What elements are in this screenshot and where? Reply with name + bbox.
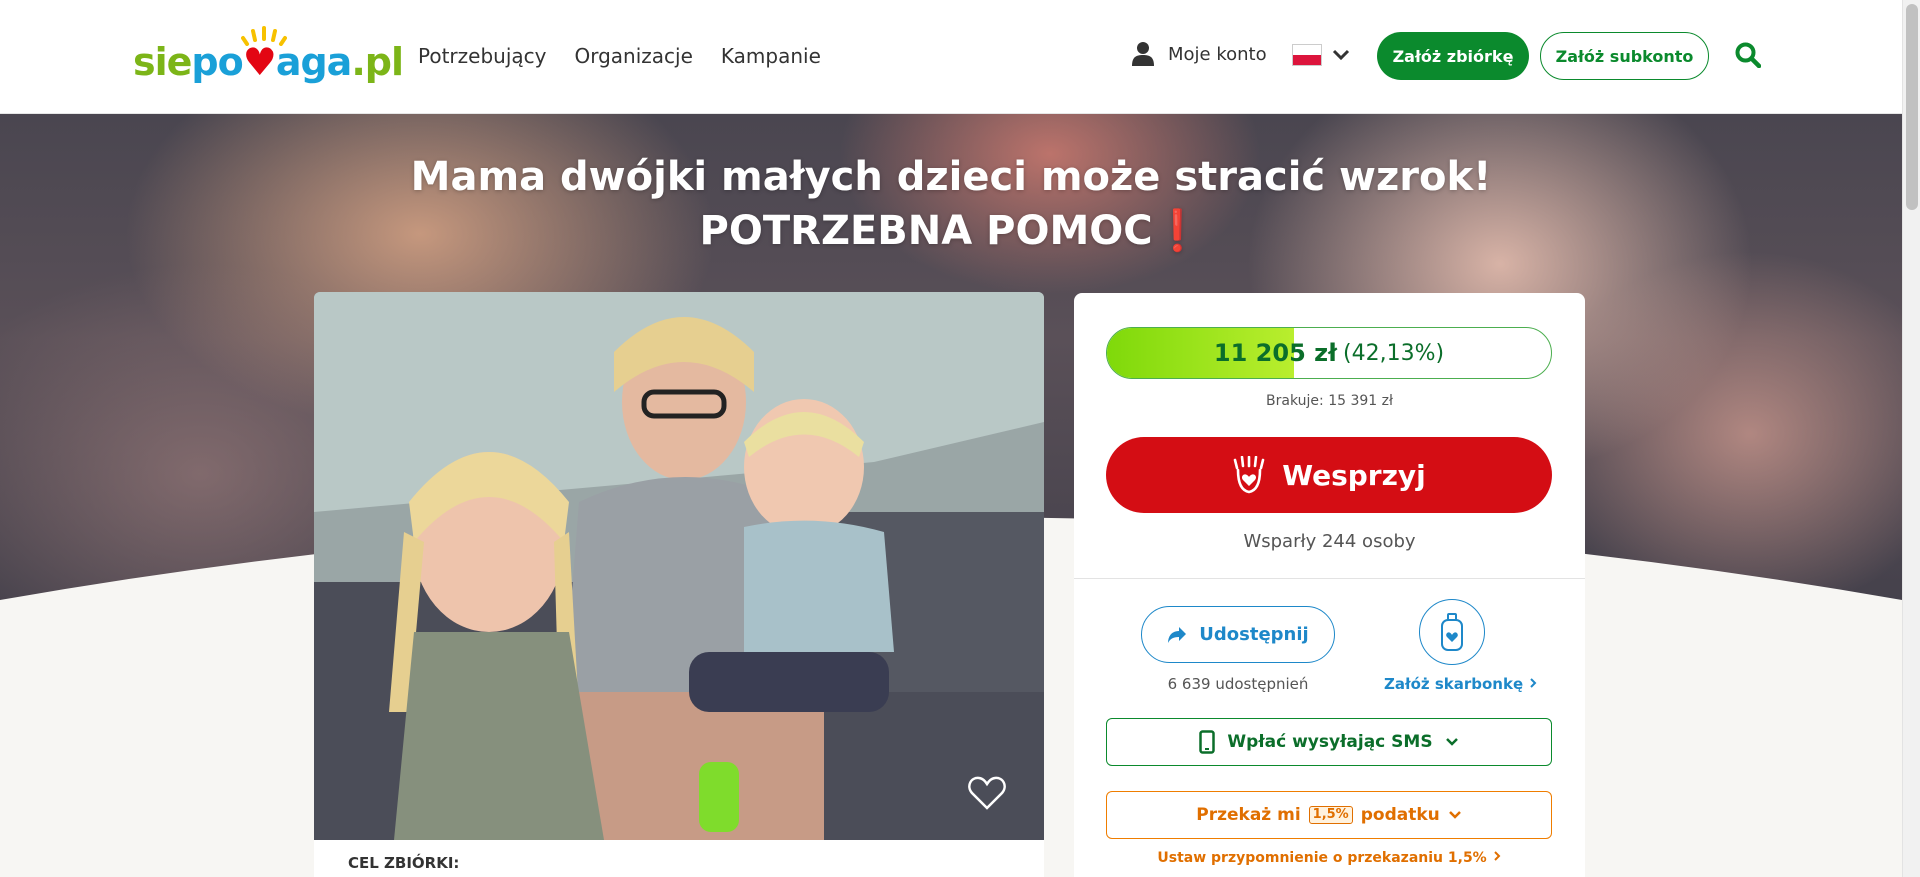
main-nav: Potrzebujący Organizacje Kampanie [418, 44, 821, 68]
title-line-1: Mama dwójki małych dzieci może stracić w… [410, 154, 1492, 200]
collection-box-icon [1441, 613, 1463, 651]
nav-item-campaigns[interactable]: Kampanie [721, 44, 821, 68]
chevron-down-icon [1448, 811, 1461, 819]
goal-label: CEL ZBIÓRKI: [348, 854, 460, 872]
collected-percent: (42,13%) [1343, 340, 1445, 366]
create-fundraiser-button[interactable]: Załóż zbiórkę [1377, 32, 1529, 80]
scrollbar-thumb[interactable] [1906, 4, 1918, 210]
favorite-heart-icon[interactable] [968, 776, 1006, 810]
sms-button-label: Wpłać wysyłając SMS [1227, 732, 1433, 752]
piggy-bank-link[interactable]: Załóż skarbonkę [1384, 675, 1538, 693]
account-label: Moje konto [1168, 43, 1267, 65]
chevron-down-icon[interactable] [1332, 44, 1350, 66]
missing-amount: Brakuje: 15 391 zł [1266, 393, 1393, 409]
share-arrow-icon [1168, 626, 1187, 643]
polish-flag-icon[interactable] [1292, 44, 1322, 66]
supporters-count: Wsparły 244 osoby [1243, 531, 1416, 552]
account-link[interactable]: Moje konto [1132, 42, 1267, 66]
tax-reminder-link[interactable]: Ustaw przypomnienie o przekazaniu 1,5% [1074, 850, 1585, 866]
support-button-label: Wesprzyj [1282, 458, 1426, 492]
site-logo[interactable]: sie po ♥ aga .pl [133, 26, 404, 84]
donation-panel: 11 205 zł (42,13%) Brakuje: 15 391 zł We… [1074, 293, 1585, 877]
chevron-down-icon [1445, 738, 1458, 746]
create-subaccount-button[interactable]: Załóż subkonto [1540, 32, 1709, 80]
collected-amount: 11 205 zł [1213, 339, 1338, 367]
logo-sun-icon [241, 26, 287, 46]
nav-item-organizations[interactable]: Organizacje [574, 44, 692, 68]
fundraiser-title: Mama dwójki małych dzieci może stracić w… [0, 150, 1902, 258]
phone-icon [1199, 730, 1216, 754]
share-button[interactable]: Udostępnij [1141, 606, 1335, 663]
sms-donation-button[interactable]: Wpłać wysyłając SMS [1106, 718, 1552, 766]
piggy-bank-button[interactable] [1419, 599, 1485, 665]
support-button[interactable]: Wesprzyj [1106, 437, 1552, 513]
exclamation-icon: ❗ [1152, 208, 1203, 254]
tax-prefix: Przekaż mi [1196, 805, 1301, 825]
reminder-label: Ustaw przypomnienie o przekazaniu 1,5% [1157, 850, 1487, 866]
hero-section: Mama dwójki małych dzieci może stracić w… [0, 114, 1902, 877]
page-scrollbar[interactable] [1902, 0, 1920, 877]
family-photo [314, 292, 1044, 840]
site-header: sie po ♥ aga .pl Potrzebujący Organizacje Ka… [0, 0, 1902, 114]
progress-bar: 11 205 zł (42,13%) [1106, 327, 1552, 379]
heart-hand-icon [1233, 456, 1265, 494]
piggy-bank-label: Załóż skarbonkę [1384, 675, 1524, 693]
chevron-right-icon [1530, 678, 1537, 688]
panel-divider [1074, 578, 1585, 579]
tax-percent-badge: 1,5% [1308, 806, 1353, 824]
share-button-label: Udostępnij [1199, 624, 1309, 645]
user-icon [1132, 42, 1154, 66]
progress-label: 11 205 zł (42,13%) [1107, 328, 1551, 378]
search-icon[interactable] [1735, 42, 1761, 68]
fundraiser-photo[interactable] [314, 292, 1044, 840]
share-count: 6 639 udostępnień [1167, 675, 1309, 693]
nav-item-needy[interactable]: Potrzebujący [418, 44, 546, 68]
tax-suffix: podatku [1360, 805, 1440, 825]
goal-section: CEL ZBIÓRKI: [314, 840, 1044, 877]
tax-donation-button[interactable]: Przekaż mi 1,5% podatku [1106, 791, 1552, 839]
title-line-2: POTRZEBNA POMOC [699, 208, 1153, 254]
chevron-right-icon [1493, 851, 1501, 861]
